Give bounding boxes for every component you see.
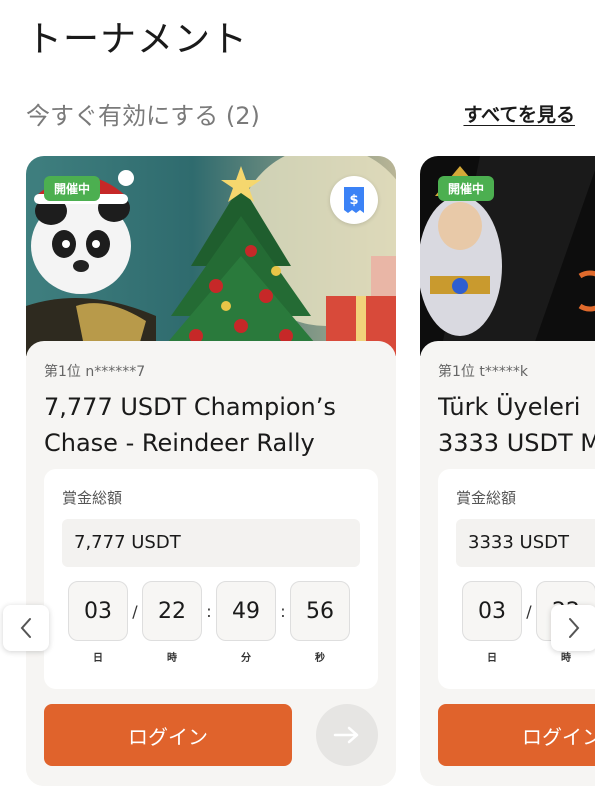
countdown-separator: :	[280, 601, 286, 621]
countdown-days-label: 日	[93, 653, 103, 664]
leader-text: 第1位 t*****k	[438, 364, 528, 380]
countdown-timer: 03 日 / 22 時 : 49 分 : 56 秒	[68, 581, 350, 664]
tournament-carousel: 開催中 $ 第1位 n******7 7,777 USDT Champion’s…	[0, 156, 595, 796]
countdown-minutes-value: 49	[216, 581, 276, 641]
countdown-hours-label: 時	[167, 653, 177, 664]
tournament-card[interactable]: 開催中 $ 第1位 n******7 7,777 USDT Champion’s…	[26, 156, 396, 786]
login-button[interactable]: ログイン	[438, 704, 595, 766]
tournament-info: 第1位 t*****k Türk Üyeleri 3333 USDT M 賞金総…	[420, 341, 595, 786]
tournament-name: 7,777 USDT Champion’s Chase - Reindeer R…	[44, 389, 364, 461]
leader-text: 第1位 n******7	[44, 364, 146, 380]
countdown-hours: 22 時	[142, 581, 202, 664]
ticket-dollar-icon: $	[330, 176, 378, 224]
countdown-seconds: 56 秒	[290, 581, 350, 664]
status-badge: 開催中	[438, 176, 495, 201]
login-button[interactable]: ログイン	[44, 704, 292, 766]
countdown-separator: :	[206, 601, 212, 621]
chevron-left-icon	[20, 618, 31, 638]
tournament-card[interactable]: 開催中 第1位 t*****k Türk Üyeleri 3333 USDT M…	[420, 156, 595, 786]
countdown-hours-value: 22	[142, 581, 202, 641]
tournament-name-line-2: 3333 USDT M	[438, 429, 595, 457]
countdown-seconds-value: 56	[290, 581, 350, 641]
tournament-name-line-1: 7,777 USDT Champion’s	[44, 393, 336, 421]
prize-label: 賞金総額	[62, 489, 123, 507]
section-title: 今すぐ有効にする (2)	[26, 102, 260, 130]
countdown-separator: /	[526, 601, 532, 621]
page-title: トーナメント	[26, 19, 249, 60]
prize-value: 7,777 USDT	[62, 519, 360, 567]
tournament-name-line-2: Chase - Reindeer Rally	[44, 429, 315, 457]
countdown-days-label: 日	[487, 653, 497, 664]
status-badge: 開催中	[44, 176, 101, 201]
tournament-name-line-1: Türk Üyeleri	[438, 393, 581, 421]
see-all-link[interactable]: すべてを見る	[463, 100, 575, 127]
tournament-info: 第1位 n******7 7,777 USDT Champion’s Chase…	[26, 341, 396, 786]
countdown-days-value: 03	[68, 581, 128, 641]
svg-text:$: $	[349, 193, 358, 208]
countdown-seconds-label: 秒	[315, 653, 325, 664]
countdown-separator: /	[132, 601, 138, 621]
countdown-hours-label: 時	[561, 653, 571, 664]
chevron-right-icon	[569, 618, 580, 638]
prize-value: 3333 USDT	[456, 519, 595, 567]
prize-label: 賞金総額	[456, 489, 517, 507]
countdown-days: 03 日	[462, 581, 522, 664]
prize-panel: 賞金総額 3333 USDT 03 日 / 22 時	[438, 469, 595, 689]
arrow-right-icon[interactable]	[316, 704, 378, 766]
prize-panel: 賞金総額 7,777 USDT 03 日 / 22 時 : 49 分: 56 …	[44, 469, 378, 689]
carousel-prev-button[interactable]	[3, 605, 49, 651]
countdown-days: 03 日	[68, 581, 128, 664]
countdown-days-value: 03	[462, 581, 522, 641]
tournament-name: Türk Üyeleri 3333 USDT M	[438, 389, 595, 461]
carousel-next-button[interactable]	[551, 605, 595, 651]
countdown-minutes: 49 分	[216, 581, 276, 664]
countdown-minutes-label: 分	[241, 653, 251, 664]
